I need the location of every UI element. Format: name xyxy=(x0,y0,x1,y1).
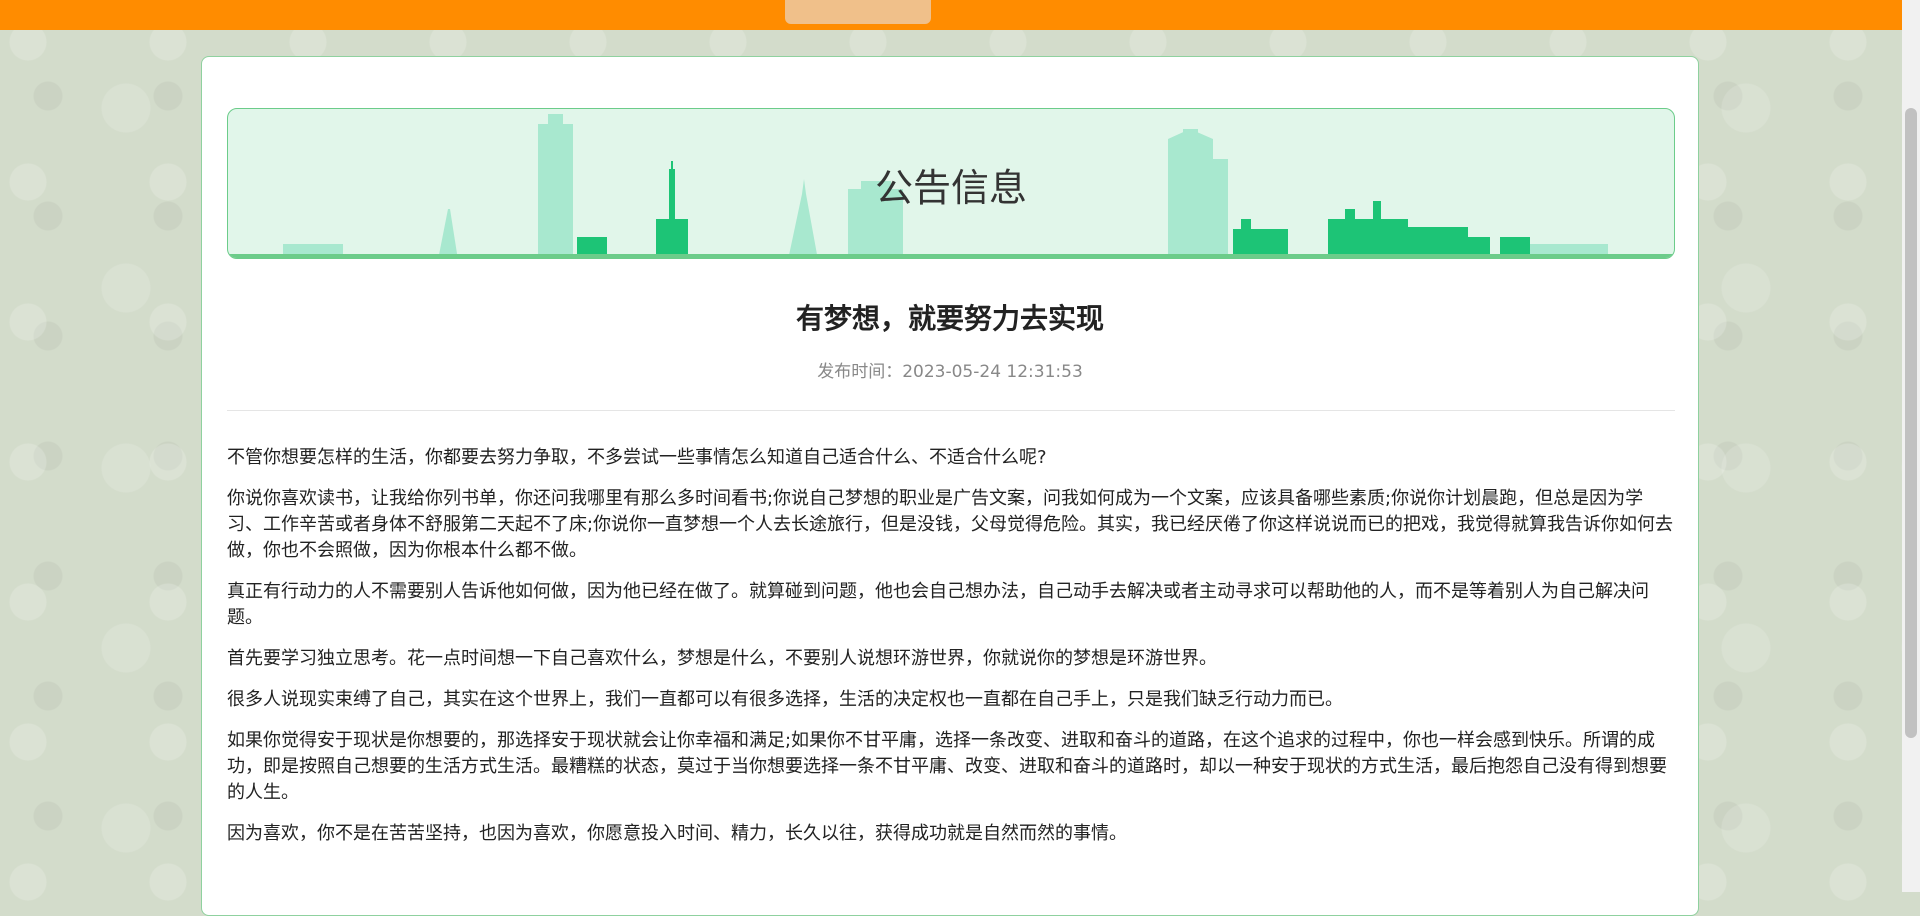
nav-item-active[interactable] xyxy=(785,0,931,24)
article-paragraph: 首先要学习独立思考。花一点时间想一下自己喜欢什么，梦想是什么，不要别人说想环游世… xyxy=(227,648,1217,669)
publish-time: 发布时间：2023-05-24 12:31:53 xyxy=(817,362,1083,382)
divider xyxy=(227,410,1675,411)
article-paragraph: 因为喜欢，你不是在苦苦坚持，也因为喜欢，你愿意投入时间、精力，长久以往，获得成功… xyxy=(227,823,1127,844)
article-paragraph: 如果你觉得安于现状是你想要的，那选择安于现状就会让你幸福和满足;如果你不甘平庸，… xyxy=(227,730,1667,803)
announcement-banner: 公告信息 xyxy=(227,108,1675,259)
top-nav-bar xyxy=(0,0,1920,30)
content-card: 公告信息 有梦想，就要努力去实现 发布时间：2023-05-24 12:31:5… xyxy=(201,56,1699,916)
scrollbar-thumb[interactable] xyxy=(1905,108,1917,738)
article-title: 有梦想，就要努力去实现 xyxy=(795,302,1104,335)
article-paragraph: 很多人说现实束缚了自己，其实在这个世界上，我们一直都可以有很多选择，生活的决定权… xyxy=(227,689,1343,710)
article-paragraph: 你说你喜欢读书，让我给你列书单，你还问我哪里有那么多时间看书;你说自己梦想的职业… xyxy=(227,488,1674,561)
article-body: 不管你想要怎样的生活，你都要去努力争取，不多尝试一些事情怎么知道自己适合什么、不… xyxy=(227,445,1675,862)
article-paragraph: 不管你想要怎样的生活，你都要去努力争取，不多尝试一些事情怎么知道自己适合什么、不… xyxy=(227,447,1047,468)
article-paragraph: 真正有行动力的人不需要别人告诉他如何做，因为他已经在做了。就算碰到问题，他也会自… xyxy=(227,581,1649,628)
vertical-scrollbar[interactable] xyxy=(1902,0,1920,892)
banner-title: 公告信息 xyxy=(874,166,1027,210)
